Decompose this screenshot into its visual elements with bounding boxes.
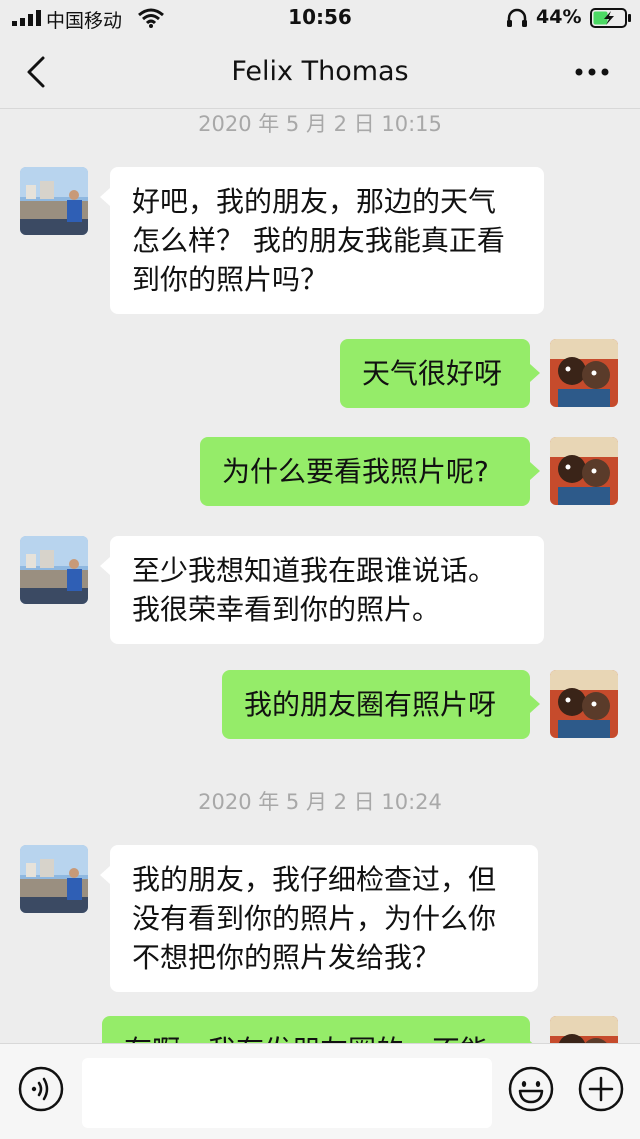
status-bar: 中国移动 10:56 44%	[0, 0, 640, 36]
voice-input-icon[interactable]	[18, 1066, 64, 1112]
emoji-icon[interactable]	[508, 1066, 554, 1112]
contact-avatar[interactable]	[20, 536, 88, 604]
chat-header: Felix Thomas	[0, 36, 640, 109]
contact-avatar[interactable]	[20, 167, 88, 235]
bubble-tail	[100, 188, 110, 206]
my-avatar[interactable]	[550, 1016, 618, 1043]
incoming-message[interactable]: 至少我想知道我在跟谁说话。我很荣幸看到你的照片。	[110, 536, 544, 644]
incoming-message[interactable]: 我的朋友，我仔细检查过，但没有看到你的照片，为什么你不想把你的照片发给我？	[110, 845, 538, 992]
message-list[interactable]: 2020 年 5 月 2 日 10:15 好吧，我的朋友，那边的天气怎么样？ 我…	[0, 108, 640, 1043]
my-avatar-image	[550, 339, 618, 407]
my-avatar-image	[550, 1016, 618, 1043]
contact-avatar-photo	[20, 536, 88, 604]
contact-avatar-photo	[20, 167, 88, 235]
more-options-icon[interactable]	[572, 64, 612, 80]
my-avatar-image	[550, 670, 618, 738]
bubble-tail	[100, 866, 110, 884]
timestamp: 2020 年 5 月 2 日 10:24	[198, 790, 442, 814]
my-avatar[interactable]	[550, 437, 618, 505]
contact-avatar[interactable]	[20, 845, 88, 913]
bubble-tail	[530, 462, 540, 480]
outgoing-message[interactable]: 我的朋友圈有照片呀	[222, 670, 530, 739]
battery-charging-icon	[590, 8, 631, 28]
my-avatar[interactable]	[550, 670, 618, 738]
timestamp: 2020 年 5 月 2 日 10:15	[198, 112, 442, 136]
add-attachment-icon[interactable]	[578, 1066, 624, 1112]
incoming-message[interactable]: 好吧，我的朋友，那边的天气怎么样？ 我的朋友我能真正看到你的照片吗？	[110, 167, 544, 314]
outgoing-message[interactable]: 天气很好呀	[340, 339, 530, 408]
message-input-bar	[0, 1043, 640, 1139]
chat-title: Felix Thomas	[231, 56, 409, 87]
bubble-tail	[100, 557, 110, 575]
message-text-input[interactable]	[82, 1058, 492, 1128]
my-avatar-image	[550, 437, 618, 505]
bubble-tail	[530, 695, 540, 713]
my-avatar[interactable]	[550, 339, 618, 407]
bubble-tail	[530, 364, 540, 382]
outgoing-message[interactable]: 为什么要看我照片呢?	[200, 437, 530, 506]
battery-percent: 44%	[536, 6, 582, 28]
headphone-icon	[507, 8, 527, 27]
outgoing-message[interactable]: 有啊，我有发朋友圈的，不能	[102, 1016, 530, 1043]
contact-avatar-photo	[20, 845, 88, 913]
